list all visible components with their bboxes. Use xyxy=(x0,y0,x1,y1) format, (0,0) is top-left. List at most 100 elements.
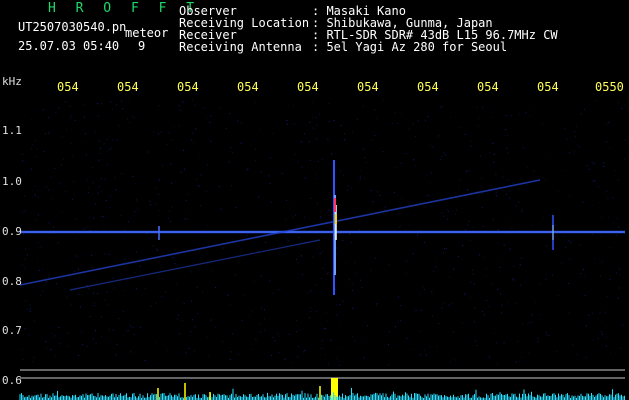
noise-dot xyxy=(621,108,623,110)
noise-dot xyxy=(163,296,165,298)
noise-dot xyxy=(43,151,45,153)
noise-dot xyxy=(354,261,356,263)
noise-dot xyxy=(22,160,24,162)
noise-dot xyxy=(159,178,161,180)
noise-dot xyxy=(172,257,174,259)
noise-dot xyxy=(605,123,607,125)
noise-dot xyxy=(461,322,463,324)
noise-dot xyxy=(583,108,585,110)
noise-dot xyxy=(416,237,418,239)
noise-dot xyxy=(513,265,515,267)
noise-dot xyxy=(424,349,426,351)
noise-dot xyxy=(327,138,329,140)
noise-dot xyxy=(459,188,461,190)
noise-dot xyxy=(132,176,134,177)
noise-dot xyxy=(594,162,595,164)
noise-dot xyxy=(485,300,487,301)
app-title: H R O F F T xyxy=(48,1,201,16)
noise-dot xyxy=(264,309,265,311)
noise-dot xyxy=(546,245,548,247)
noise-dot xyxy=(618,226,620,228)
noise-dot xyxy=(254,101,256,103)
noise-dot xyxy=(104,299,106,301)
noise-dot xyxy=(597,318,599,319)
noise-dot xyxy=(22,233,24,235)
noise-dot xyxy=(481,207,483,208)
noise-dot xyxy=(70,115,72,117)
noise-dot xyxy=(481,177,483,179)
noise-dot xyxy=(296,319,298,321)
noise-dot xyxy=(592,339,594,341)
noise-dot xyxy=(25,300,27,302)
noise-dot xyxy=(467,189,468,191)
noise-dot xyxy=(112,139,114,141)
noise-dot xyxy=(498,287,500,289)
noise-dot xyxy=(40,246,42,248)
noise-dot xyxy=(503,244,505,246)
noise-dot xyxy=(191,100,193,101)
noise-dot xyxy=(342,239,344,241)
noise-dot xyxy=(470,145,472,147)
noise-dot xyxy=(158,133,159,135)
noise-dot xyxy=(455,209,457,211)
noise-dot xyxy=(365,161,367,163)
noise-dot xyxy=(128,100,130,102)
noise-dot xyxy=(427,115,429,117)
noise-dot xyxy=(338,361,340,363)
noise-dot xyxy=(298,346,300,347)
noise-dot xyxy=(497,229,499,231)
noise-dot xyxy=(389,201,391,203)
noise-dot xyxy=(269,280,271,282)
noise-dot xyxy=(525,112,527,114)
noise-dot xyxy=(269,157,271,159)
noise-dot xyxy=(609,147,611,149)
noise-dot xyxy=(575,135,577,137)
noise-dot xyxy=(54,335,56,337)
noise-dot xyxy=(482,193,483,194)
y-axis-unit: kHz xyxy=(2,75,22,88)
noise-dot xyxy=(432,146,434,148)
noise-dot xyxy=(210,115,212,117)
noise-dot xyxy=(42,290,44,292)
noise-dot xyxy=(298,262,299,264)
noise-dot xyxy=(78,268,79,270)
noise-dot xyxy=(528,352,530,354)
noise-dot xyxy=(352,131,353,133)
noise-dot xyxy=(432,270,434,272)
noise-dot xyxy=(211,269,213,271)
noise-dot xyxy=(228,161,230,163)
noise-dot xyxy=(109,206,111,208)
noise-dot xyxy=(73,180,75,182)
noise-dot xyxy=(339,364,341,366)
noise-dot xyxy=(178,105,180,107)
noise-dot xyxy=(619,274,621,276)
noise-dot xyxy=(190,271,192,273)
noise-dot xyxy=(331,214,333,216)
noise-dot xyxy=(624,139,626,141)
noise-dot xyxy=(551,213,553,215)
power-spectrum xyxy=(19,383,625,400)
noise-dot xyxy=(315,117,317,118)
noise-dot xyxy=(580,273,582,275)
noise-dot xyxy=(478,117,479,119)
noise-dot xyxy=(374,109,376,111)
noise-dot xyxy=(321,268,323,269)
noise-dot xyxy=(214,326,216,328)
noise-dot xyxy=(336,314,338,316)
noise-dot xyxy=(124,229,126,231)
noise-dot xyxy=(527,322,529,324)
noise-dot xyxy=(150,204,152,206)
noise-dot xyxy=(158,193,160,195)
noise-dot xyxy=(74,237,76,239)
noise-dot xyxy=(608,217,610,219)
noise-dot xyxy=(37,196,39,198)
noise-dot xyxy=(206,164,208,166)
noise-dot xyxy=(231,185,232,187)
noise-dot xyxy=(21,211,23,213)
noise-dot xyxy=(134,271,136,273)
noise-dot xyxy=(467,170,469,172)
noise-dot xyxy=(292,202,294,204)
noise-dot xyxy=(531,225,533,227)
noise-dot xyxy=(107,150,108,152)
noise-dot xyxy=(409,224,411,226)
